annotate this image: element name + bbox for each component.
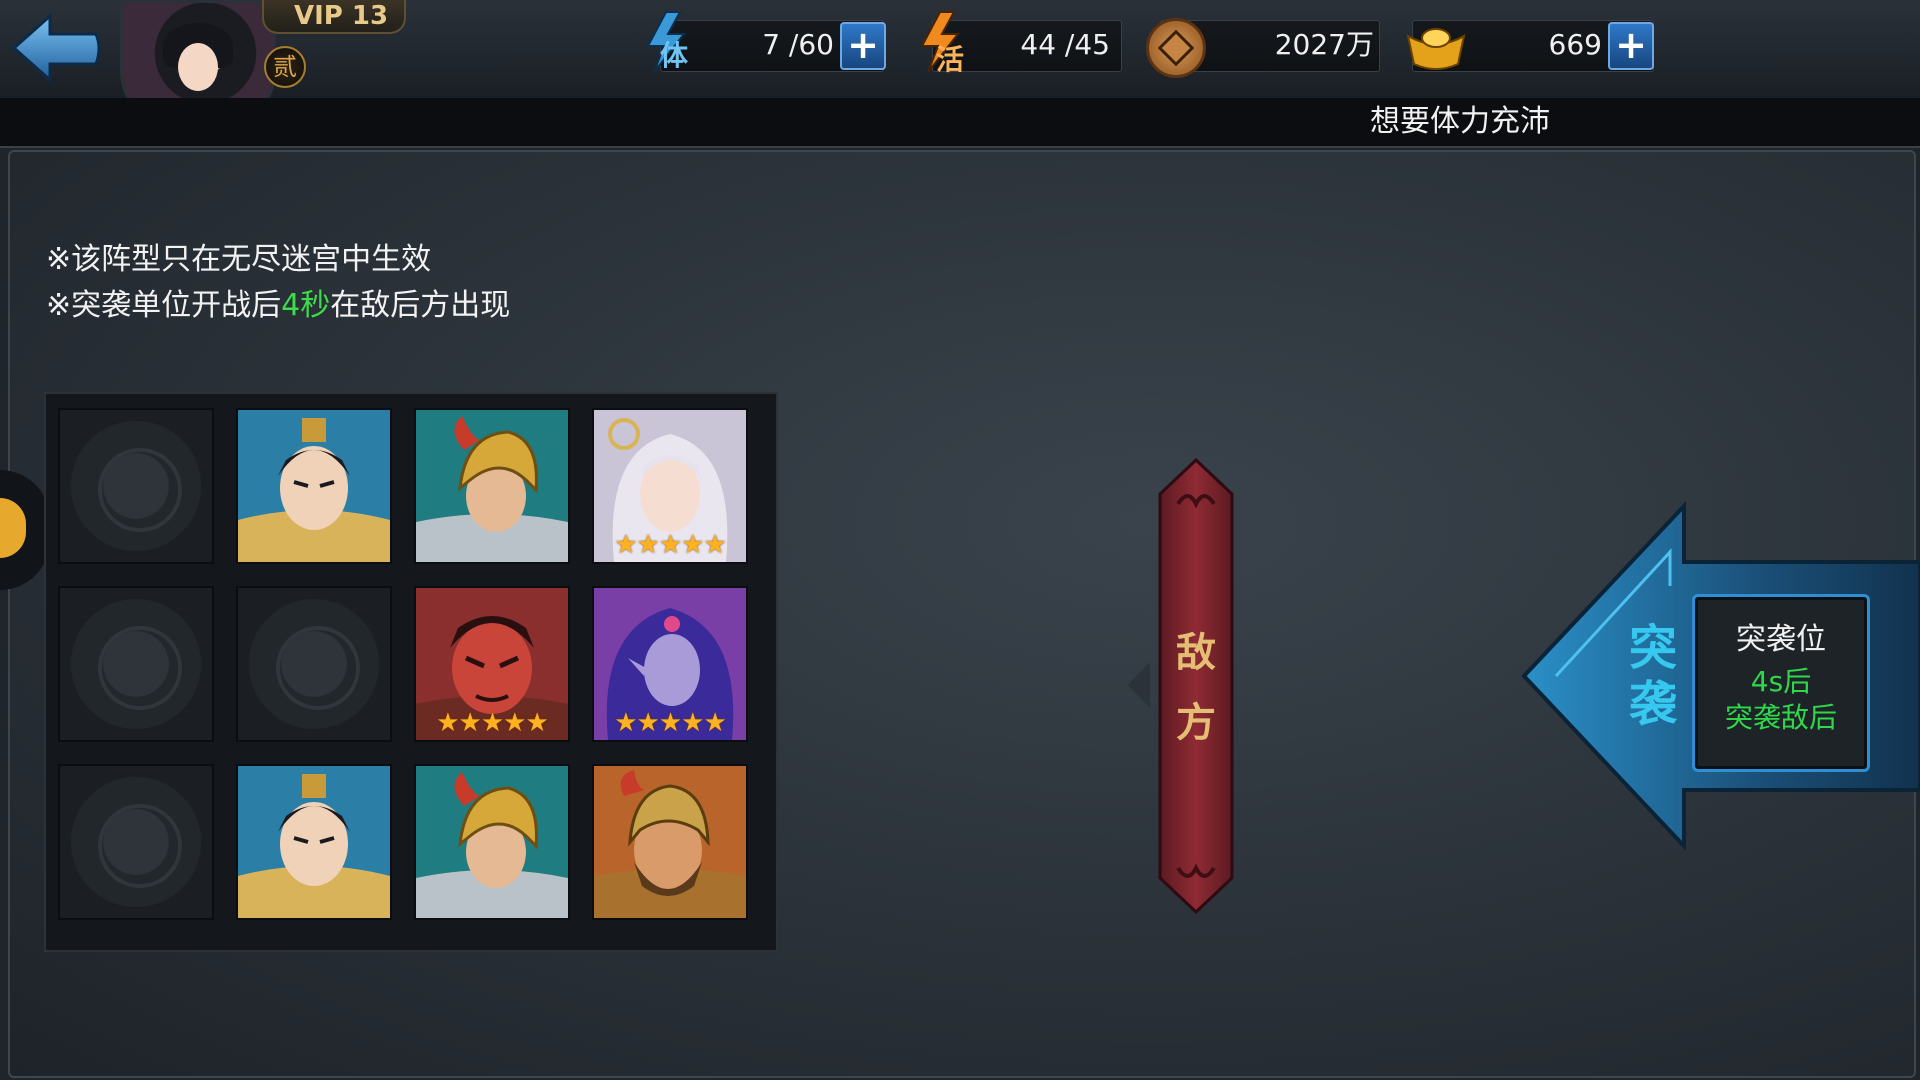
hero-portrait-golden-helmet-knight xyxy=(416,410,568,562)
formation-slot-hero[interactable] xyxy=(236,408,392,564)
chevron-left-icon xyxy=(1128,662,1150,708)
ingots-plus-button[interactable]: + xyxy=(1608,22,1654,70)
enemy-label-char-1: 敌 xyxy=(1176,630,1216,676)
note-line-2-highlight: 4秒 xyxy=(281,288,331,323)
formation-slot-empty[interactable] xyxy=(236,586,392,742)
star-rating: ★★★★★ xyxy=(614,530,727,560)
vitality-value: 44 /45 xyxy=(1020,28,1110,61)
note-line-2-prefix: ※突袭单位开战后 xyxy=(46,288,282,323)
enemy-label-char-2: 方 xyxy=(1176,700,1216,746)
raid-side-label: 突 袭 xyxy=(1618,620,1688,732)
formation-slot-hero[interactable]: ★★★★★ xyxy=(592,586,748,742)
enemy-side-banner xyxy=(1158,458,1234,914)
back-arrow-icon[interactable] xyxy=(10,8,104,88)
ingots-value: 669 xyxy=(1548,28,1602,61)
raid-side-char-2: 袭 xyxy=(1628,676,1677,732)
star-rating: ★★★★★ xyxy=(436,708,549,738)
formation-slot-hero[interactable] xyxy=(414,408,570,564)
raid-slot-description: 突袭敌后 xyxy=(1724,701,1837,734)
formation-slot-empty[interactable] xyxy=(58,586,214,742)
formation-slot-hero[interactable] xyxy=(592,764,748,920)
hero-portrait-young-warrior xyxy=(238,410,390,562)
stamina-label: 体 xyxy=(660,39,689,72)
notice-banner-text[interactable]: 想要体力充沛 xyxy=(1370,98,1670,146)
formation-slot-hero[interactable]: ★★★★★ xyxy=(592,408,748,564)
hero-portrait-golden-helmet-knight xyxy=(416,766,568,918)
raid-side-char-1: 突 xyxy=(1628,620,1677,676)
note-line-1: ※该阵型只在无尽迷宫中生效 xyxy=(46,242,432,277)
star-rating: ★★★★★ xyxy=(614,708,727,738)
coins-value: 2027万 xyxy=(1274,28,1374,61)
hero-portrait-bearded-armored-general xyxy=(594,766,746,918)
rank-badge: 贰 xyxy=(264,46,306,88)
formation-slot-hero[interactable] xyxy=(414,764,570,920)
formation-slot-empty[interactable] xyxy=(58,408,214,564)
gold-ingot-icon xyxy=(1406,28,1466,70)
formation-slot-hero[interactable]: ★★★★★ xyxy=(414,586,570,742)
vip-level: VIP 13 xyxy=(293,1,389,31)
vitality-label: 活 xyxy=(936,43,965,76)
stamina-value: 7 /60 xyxy=(762,28,834,61)
raid-slot-title: 突袭位 xyxy=(1736,622,1826,657)
raid-slot-timer: 4s后 xyxy=(1750,665,1812,698)
note-line-2: ※突袭单位开战后4秒在敌后方出现 xyxy=(46,280,510,324)
copper-coin-icon xyxy=(1146,18,1206,78)
formation-slot-empty[interactable] xyxy=(58,764,214,920)
note-line-2-suffix: 在敌后方出现 xyxy=(330,288,511,323)
stamina-plus-button[interactable]: + xyxy=(840,22,886,70)
hero-portrait-young-warrior xyxy=(238,766,390,918)
formation-slot-hero[interactable] xyxy=(236,764,392,920)
avatar-face xyxy=(178,43,218,91)
